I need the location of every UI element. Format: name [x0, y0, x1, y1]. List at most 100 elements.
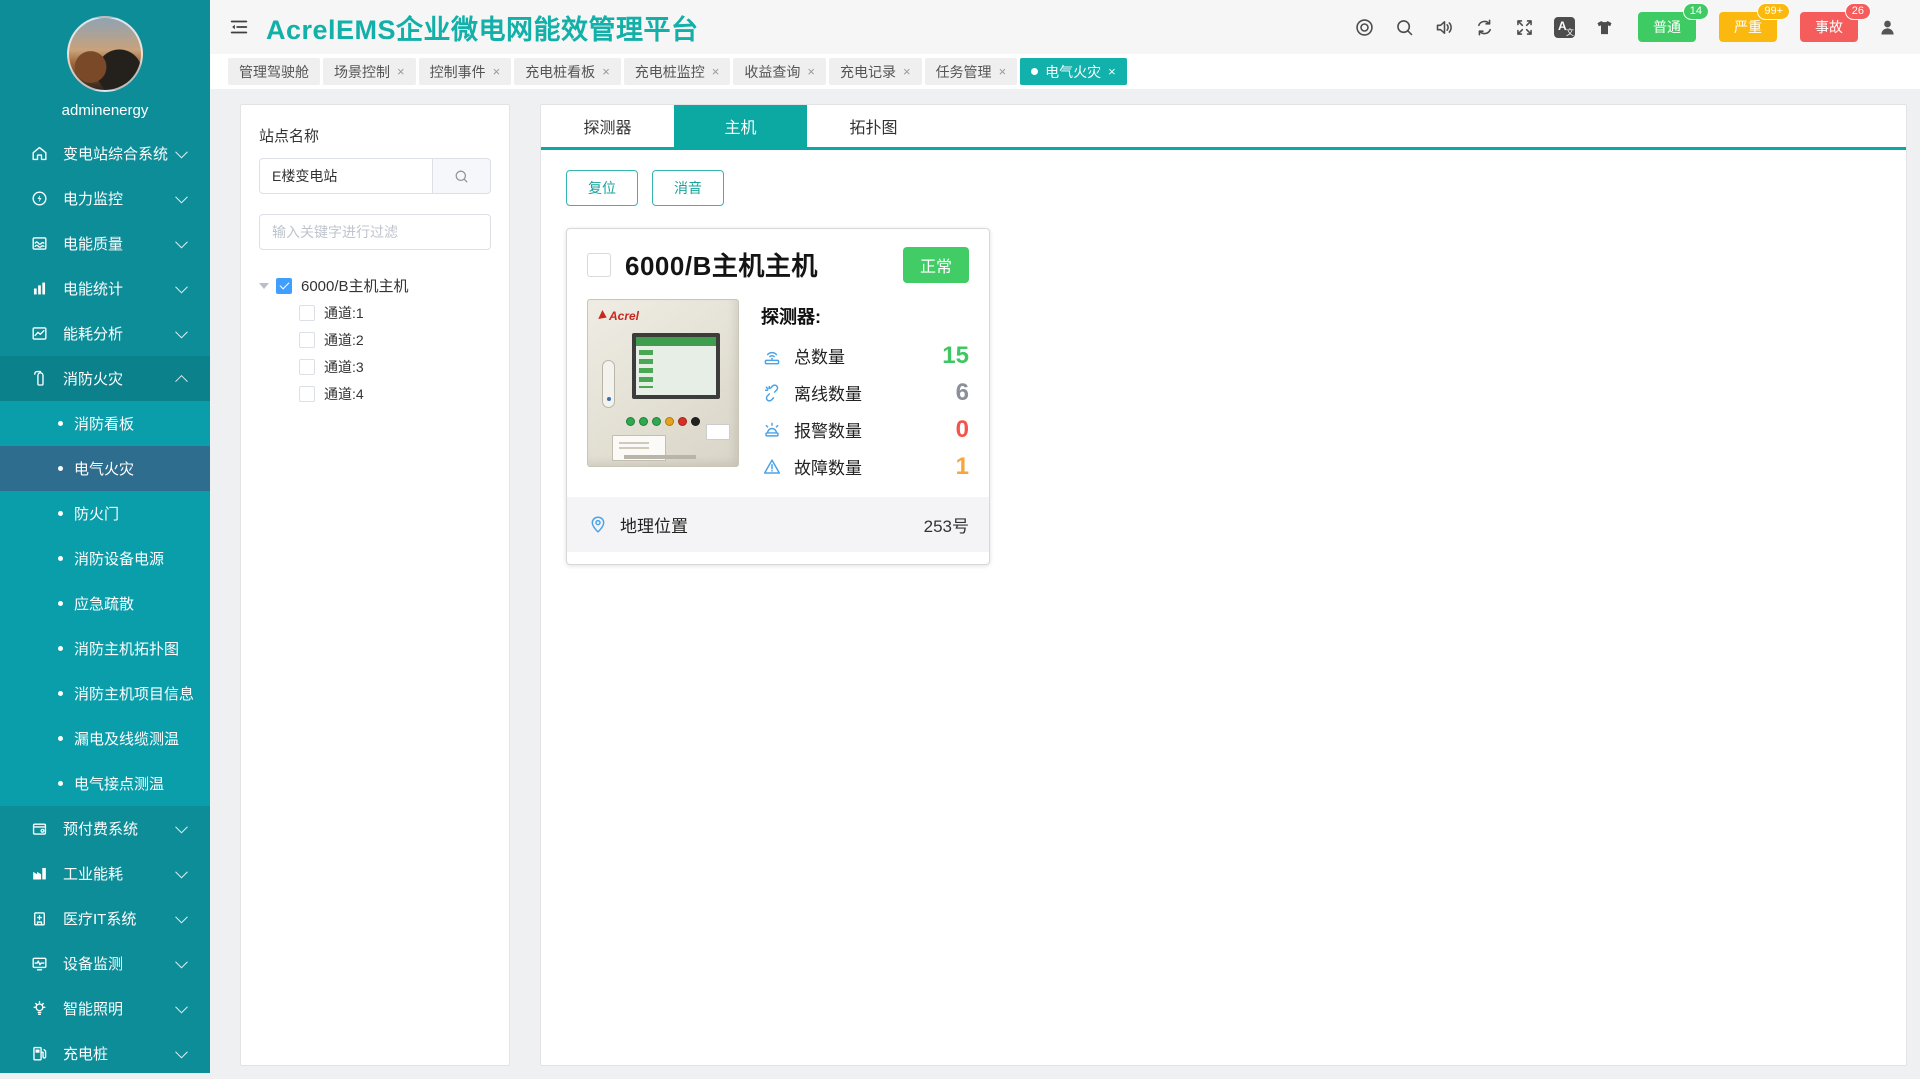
- device-tag: [706, 424, 730, 440]
- bullet-icon: [58, 736, 63, 741]
- alarm-pill-accident[interactable]: 事故 26: [1800, 12, 1858, 42]
- fault-triangle-icon: [761, 456, 783, 478]
- chevron-down-icon: [175, 281, 188, 294]
- root-checkbox-checked[interactable]: [276, 278, 292, 294]
- chevron-down-icon: [175, 821, 188, 834]
- avatar[interactable]: [67, 16, 143, 92]
- host-card[interactable]: 6000/B主机主机 正常 Acrel: [566, 228, 990, 565]
- tree-channel-row[interactable]: 通道:1: [259, 299, 491, 326]
- close-icon[interactable]: [493, 64, 501, 79]
- alarm-pill-severe[interactable]: 严重 99+: [1719, 12, 1777, 42]
- device-tree: 6000/B主机主机 通道:1 通道:2 通道:3: [259, 272, 491, 407]
- tab-management-cockpit[interactable]: 管理驾驶舱: [228, 58, 320, 85]
- tab-hosts[interactable]: 主机: [674, 105, 807, 147]
- tab-charging-board[interactable]: 充电桩看板: [514, 58, 621, 85]
- support-icon[interactable]: [1354, 17, 1375, 38]
- bullet-icon: [58, 691, 63, 696]
- username: adminenergy: [0, 102, 210, 119]
- chevron-down-icon: [175, 191, 188, 204]
- channel-checkbox[interactable]: [299, 332, 315, 348]
- sub-item-leakage-cable-temp[interactable]: 漏电及线缆测温: [0, 716, 210, 761]
- sidebar-item-prepaid[interactable]: 预付费系统: [0, 806, 210, 851]
- sidebar: adminenergy 变电站综合系统 电力监控 电能质量 电能统计: [0, 0, 210, 1073]
- tree-channel-row[interactable]: 通道:3: [259, 353, 491, 380]
- sub-item-fire-dashboard[interactable]: 消防看板: [0, 401, 210, 446]
- sub-item-fire-host-project-info[interactable]: 消防主机项目信息: [0, 671, 210, 716]
- tab-scene-control[interactable]: 场景控制: [323, 58, 416, 85]
- tree-channel-row[interactable]: 通道:4: [259, 380, 491, 407]
- line-chart-icon: [30, 324, 49, 343]
- open-tabs-bar: 管理驾驶舱 场景控制 控制事件 充电桩看板 充电桩监控 收益查询 充电记录 任务…: [210, 54, 1920, 89]
- close-icon[interactable]: [1108, 64, 1116, 79]
- sidebar-item-energy-analysis[interactable]: 能耗分析: [0, 311, 210, 356]
- tab-electrical-fire[interactable]: 电气火灾: [1020, 58, 1127, 85]
- close-icon[interactable]: [712, 64, 720, 79]
- view-tabs: 探测器 主机 拓扑图: [541, 105, 1906, 150]
- hospital-icon: [30, 909, 49, 928]
- monitor-icon: [30, 954, 49, 973]
- caret-down-icon[interactable]: [259, 283, 269, 289]
- close-icon[interactable]: [397, 64, 405, 79]
- sidebar-item-industrial-energy[interactable]: 工业能耗: [0, 851, 210, 896]
- stat-row-total: 总数量 15: [761, 337, 969, 374]
- sub-item-fire-equipment-power[interactable]: 消防设备电源: [0, 536, 210, 581]
- status-badge: 正常: [903, 247, 969, 283]
- device-indicator-buttons: [626, 417, 700, 426]
- chevron-down-icon: [175, 236, 188, 249]
- chevron-down-icon: [175, 1046, 188, 1059]
- sidebar-item-medical-it[interactable]: 医疗IT系统: [0, 896, 210, 941]
- sidebar-item-substation[interactable]: 变电站综合系统: [0, 131, 210, 176]
- bulb-icon: [30, 999, 49, 1018]
- site-search-input[interactable]: [259, 158, 433, 194]
- sub-item-emergency-evacuation[interactable]: 应急疏散: [0, 581, 210, 626]
- tab-topology[interactable]: 拓扑图: [807, 105, 940, 147]
- theme-icon[interactable]: [1594, 17, 1615, 38]
- detector-heading: 探测器:: [761, 303, 969, 329]
- channel-checkbox[interactable]: [299, 305, 315, 321]
- search-icon: [453, 168, 470, 185]
- close-icon[interactable]: [999, 64, 1007, 79]
- sidebar-item-power-quality[interactable]: 电能质量: [0, 221, 210, 266]
- chevron-down-icon: [175, 1001, 188, 1014]
- volume-icon[interactable]: [1434, 17, 1455, 38]
- mute-button[interactable]: 消音: [652, 170, 724, 206]
- sidebar-item-smart-lighting[interactable]: 智能照明: [0, 986, 210, 1031]
- sub-item-electrical-fire[interactable]: 电气火灾: [0, 446, 210, 491]
- sidebar-item-fire-safety[interactable]: 消防火灾: [0, 356, 210, 401]
- sidebar-item-energy-stats[interactable]: 电能统计: [0, 266, 210, 311]
- tree-channel-row[interactable]: 通道:2: [259, 326, 491, 353]
- search-icon[interactable]: [1394, 17, 1415, 38]
- close-icon[interactable]: [903, 64, 911, 79]
- site-search-button[interactable]: [433, 158, 491, 194]
- fullscreen-icon[interactable]: [1514, 17, 1535, 38]
- menu-fold-icon[interactable]: [228, 16, 250, 38]
- tab-task-management[interactable]: 任务管理: [925, 58, 1018, 85]
- alarm-pill-normal[interactable]: 普通 14: [1638, 12, 1696, 42]
- tab-control-events[interactable]: 控制事件: [419, 58, 512, 85]
- host-checkbox[interactable]: [587, 253, 611, 277]
- sub-item-fire-host-topology[interactable]: 消防主机拓扑图: [0, 626, 210, 671]
- stat-row-offline: 离线数量 6: [761, 374, 969, 411]
- tab-revenue-query[interactable]: 收益查询: [733, 58, 826, 85]
- sidebar-item-device-monitor[interactable]: 设备监测: [0, 941, 210, 986]
- tab-charging-monitor[interactable]: 充电桩监控: [624, 58, 731, 85]
- channel-checkbox[interactable]: [299, 359, 315, 375]
- tree-root-row[interactable]: 6000/B主机主机: [259, 272, 491, 299]
- tab-detectors[interactable]: 探测器: [541, 105, 674, 147]
- sidebar-item-charging-pile[interactable]: 充电桩: [0, 1031, 210, 1076]
- user-icon[interactable]: [1877, 17, 1898, 38]
- refresh-icon[interactable]: [1474, 17, 1495, 38]
- location-value: 253号: [924, 512, 969, 537]
- user-profile: adminenergy: [0, 0, 210, 127]
- close-icon[interactable]: [602, 64, 610, 79]
- tab-charging-records[interactable]: 充电记录: [829, 58, 922, 85]
- sub-item-fire-door[interactable]: 防火门: [0, 491, 210, 536]
- close-icon[interactable]: [807, 64, 815, 79]
- channel-checkbox[interactable]: [299, 386, 315, 402]
- sub-item-electrical-contact-temp[interactable]: 电气接点测温: [0, 761, 210, 806]
- site-name-label: 站点名称: [259, 125, 491, 146]
- tree-filter-input[interactable]: [259, 214, 491, 250]
- reset-button[interactable]: 复位: [566, 170, 638, 206]
- translate-icon[interactable]: [1554, 17, 1575, 38]
- sidebar-item-power-monitor[interactable]: 电力监控: [0, 176, 210, 221]
